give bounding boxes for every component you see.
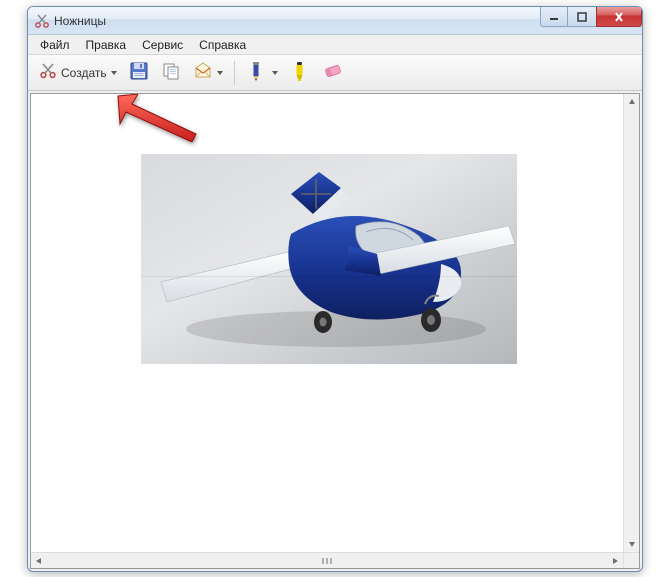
titlebar[interactable]: Ножницы xyxy=(28,7,642,35)
toolbar: Создать xyxy=(28,55,642,91)
chevron-down-icon xyxy=(272,71,278,75)
window-controls xyxy=(541,7,642,27)
close-button[interactable] xyxy=(596,7,642,27)
scroll-up-icon[interactable] xyxy=(624,94,640,110)
new-button[interactable]: Создать xyxy=(34,59,122,87)
copy-button[interactable] xyxy=(156,59,186,87)
app-window: Ножницы Файл Правка Сервис Справка xyxy=(27,6,643,572)
highlighter-icon xyxy=(290,60,310,85)
scroll-right-icon[interactable] xyxy=(607,553,623,569)
menu-edit[interactable]: Правка xyxy=(78,36,135,54)
scroll-corner xyxy=(623,552,639,568)
chevron-down-icon xyxy=(111,71,117,75)
scroll-left-icon[interactable] xyxy=(31,553,47,569)
menu-service[interactable]: Сервис xyxy=(134,36,191,54)
vertical-scrollbar[interactable] xyxy=(623,94,639,552)
eraser-icon xyxy=(322,62,344,83)
maximize-button[interactable] xyxy=(567,7,597,27)
send-button[interactable] xyxy=(188,59,228,87)
menu-file[interactable]: Файл xyxy=(32,36,78,54)
window-title: Ножницы xyxy=(54,14,106,28)
canvas[interactable] xyxy=(31,94,623,552)
content-area xyxy=(30,93,640,569)
scrollbar-grip-icon xyxy=(307,556,347,566)
copy-icon xyxy=(161,61,181,84)
toolbar-separator xyxy=(234,61,235,85)
scroll-down-icon[interactable] xyxy=(624,536,640,552)
highlighter-button[interactable] xyxy=(285,59,315,87)
menubar: Файл Правка Сервис Справка xyxy=(28,35,642,55)
menu-help[interactable]: Справка xyxy=(191,36,254,54)
pen-icon xyxy=(246,60,268,85)
floppy-icon xyxy=(129,61,149,84)
chevron-down-icon xyxy=(217,71,223,75)
horizontal-scrollbar[interactable] xyxy=(31,552,623,568)
minimize-button[interactable] xyxy=(540,7,568,27)
screenshot-image xyxy=(141,154,517,364)
scissors-icon xyxy=(34,13,50,29)
save-button[interactable] xyxy=(124,59,154,87)
new-button-label: Создать xyxy=(61,66,107,80)
envelope-icon xyxy=(193,61,213,84)
scissors-icon xyxy=(39,62,57,83)
pen-button[interactable] xyxy=(241,59,283,87)
eraser-button[interactable] xyxy=(317,59,349,87)
